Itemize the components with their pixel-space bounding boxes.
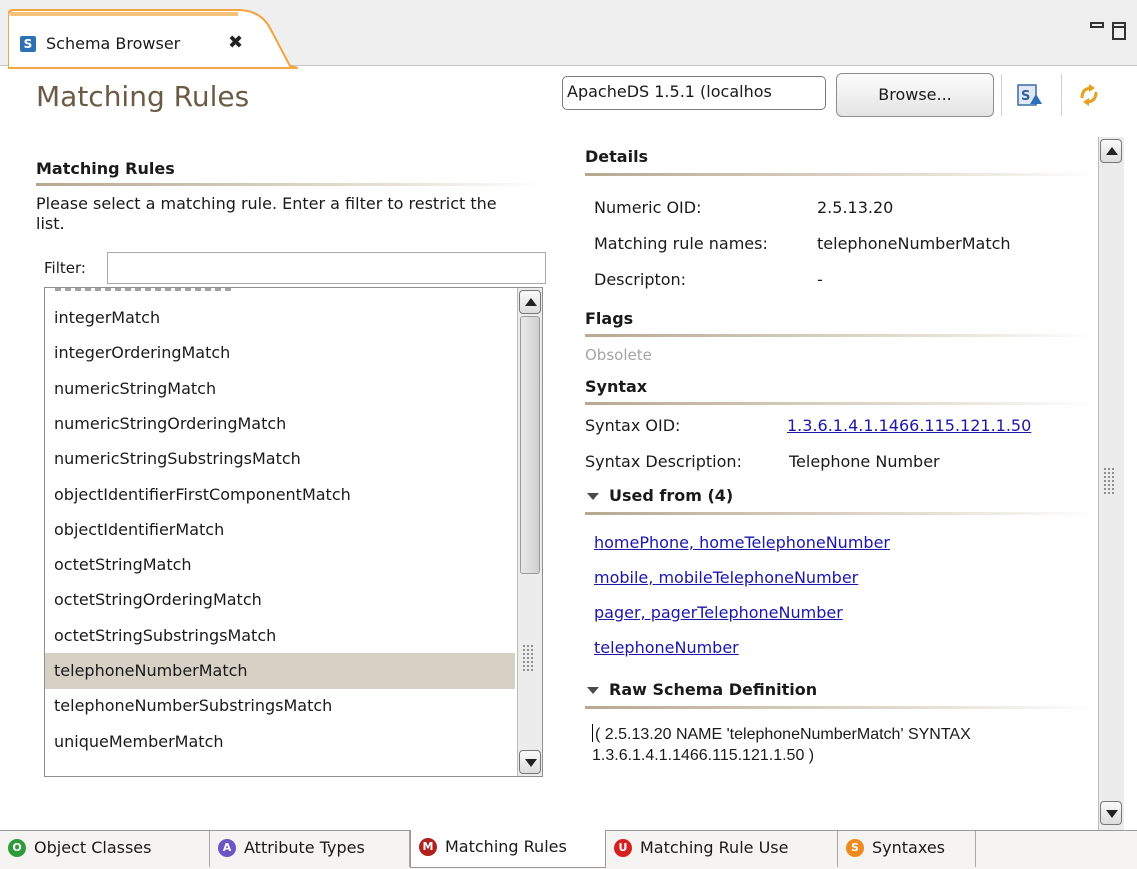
list-item[interactable]: octetStringOrderingMatch: [45, 582, 515, 618]
used-from-section-toggle[interactable]: Used from (4): [587, 486, 733, 505]
rule-names-label: Matching rule names:: [594, 234, 768, 253]
syntax-oid-label: Syntax OID:: [585, 416, 681, 435]
numeric-oid-value: 2.5.13.20: [817, 198, 894, 217]
view-tab-title: Schema Browser: [46, 34, 181, 53]
flags-section-title: Flags: [585, 309, 634, 328]
toolbar-separator: [1061, 74, 1062, 116]
scroll-grip: [1103, 467, 1115, 495]
schema-browser-icon: S: [20, 36, 36, 52]
scroll-grip: [522, 644, 534, 672]
section-divider: [585, 173, 1097, 176]
scroll-down-button[interactable]: [1100, 801, 1122, 825]
scroll-up-button[interactable]: [1100, 139, 1122, 163]
view-header: S Schema Browser ✖: [0, 0, 1137, 70]
raw-schema-title: Raw Schema Definition: [609, 680, 818, 699]
toolbar-separator: [1001, 74, 1002, 116]
list-item[interactable]: numericStringSubstringsMatch: [45, 441, 515, 477]
used-from-title: Used from (4): [609, 486, 734, 505]
list-item[interactable]: integerMatch: [45, 300, 515, 336]
editor-page-tabs: O Object Classes A Attribute Types M Matching…: [0, 830, 1137, 869]
syntax-section-title: Syntax: [585, 377, 648, 396]
used-from-link[interactable]: pager, pagerTelephoneNumber: [594, 603, 843, 622]
scroll-up-button[interactable]: [519, 290, 541, 314]
attribute-types-icon: A: [218, 839, 236, 857]
tab-attribute-types[interactable]: A Attribute Types: [210, 831, 410, 867]
section-divider: [585, 512, 1097, 515]
tab-label: Matching Rule Use: [640, 838, 789, 857]
list-item[interactable]: integerOrderingMatch: [45, 335, 515, 371]
object-classes-icon: O: [8, 839, 26, 857]
scroll-down-button[interactable]: [519, 750, 541, 774]
tab-matching-rules[interactable]: M Matching Rules: [410, 830, 606, 868]
raw-schema-section-toggle[interactable]: Raw Schema Definition: [587, 680, 817, 699]
list-item[interactable]: numericStringOrderingMatch: [45, 406, 515, 442]
description-value: -: [817, 270, 823, 289]
numeric-oid-label: Numeric OID:: [594, 198, 702, 217]
syntax-description-label: Syntax Description:: [585, 452, 742, 471]
browse-button[interactable]: Browse...: [836, 73, 994, 117]
syntaxes-icon: S: [846, 839, 864, 857]
section-divider: [585, 334, 1097, 337]
matching-rules-description: Please select a matching rule. Enter a f…: [36, 194, 497, 233]
expand-twisty-icon: [587, 687, 599, 694]
syntax-description-value: Telephone Number: [789, 452, 940, 471]
text-caret: [592, 724, 593, 742]
section-divider: [36, 183, 546, 186]
open-schema-editor-icon[interactable]: S: [1016, 82, 1042, 108]
list-scrollbar[interactable]: [517, 288, 542, 776]
list-item-selected[interactable]: telephoneNumberMatch: [45, 653, 515, 689]
close-icon[interactable]: ✖: [228, 32, 243, 53]
svg-text:S: S: [1021, 89, 1030, 104]
list-item[interactable]: objectIdentifierMatch: [45, 512, 515, 548]
page-title: Matching Rules: [36, 80, 250, 113]
tab-label: Attribute Types: [244, 838, 365, 857]
refresh-icon[interactable]: [1076, 82, 1102, 108]
list-item[interactable]: objectIdentifierFirstComponentMatch: [45, 477, 515, 513]
section-divider: [585, 706, 1097, 709]
used-from-link[interactable]: telephoneNumber: [594, 638, 739, 657]
filter-label: Filter:: [44, 259, 86, 277]
matching-rules-list[interactable]: integerMatch integerOrderingMatch numericS…: [44, 287, 543, 777]
tab-matching-rule-use[interactable]: U Matching Rule Use: [606, 831, 838, 867]
matching-rule-use-icon: U: [614, 839, 632, 857]
used-from-link[interactable]: homePhone, homeTelephoneNumber: [594, 533, 890, 552]
raw-schema-text[interactable]: ( 2.5.13.20 NAME 'telephoneNumberMatch' …: [592, 724, 1102, 766]
tab-syntaxes[interactable]: S Syntaxes: [838, 831, 976, 867]
used-from-link[interactable]: mobile, mobileTelephoneNumber: [594, 568, 858, 587]
list-item[interactable]: octetStringSubstringsMatch: [45, 618, 515, 654]
list-item[interactable]: octetStringMatch: [45, 547, 515, 583]
list-item[interactable]: numericStringMatch: [45, 371, 515, 407]
details-section-title: Details: [585, 147, 649, 166]
expand-twisty-icon: [587, 493, 599, 500]
rule-names-value: telephoneNumberMatch: [817, 234, 1011, 253]
connection-combo[interactable]: ApacheDS 1.5.1 (localhos: [562, 76, 826, 110]
maximize-icon[interactable]: [1112, 22, 1126, 40]
list-item[interactable]: uniqueMemberMatch: [45, 724, 515, 760]
description-label: Descripton:: [594, 270, 687, 289]
list-item[interactable]: telephoneNumberSubstringsMatch: [45, 688, 515, 724]
scrollbar-thumb[interactable]: [520, 316, 540, 574]
matching-rules-section-title: Matching Rules: [36, 159, 175, 178]
tab-label: Matching Rules: [445, 837, 567, 856]
details-scrollbar[interactable]: [1098, 137, 1124, 830]
minimize-icon[interactable]: [1090, 22, 1104, 28]
filter-input[interactable]: [107, 252, 546, 284]
tab-label: Object Classes: [34, 838, 152, 857]
list-item-partial: [55, 288, 255, 294]
syntax-oid-link[interactable]: 1.3.6.1.4.1.1466.115.121.1.50: [787, 416, 1031, 435]
schema-browser-tab[interactable]: S Schema Browser ✖: [8, 8, 298, 69]
tab-label: Syntaxes: [872, 838, 945, 857]
section-divider: [585, 402, 1097, 405]
obsolete-checkbox-label: Obsolete: [585, 346, 652, 364]
raw-schema-value: ( 2.5.13.20 NAME 'telephoneNumberMatch' …: [592, 726, 971, 764]
tab-object-classes[interactable]: O Object Classes: [0, 831, 210, 867]
matching-rules-icon: M: [419, 838, 437, 856]
